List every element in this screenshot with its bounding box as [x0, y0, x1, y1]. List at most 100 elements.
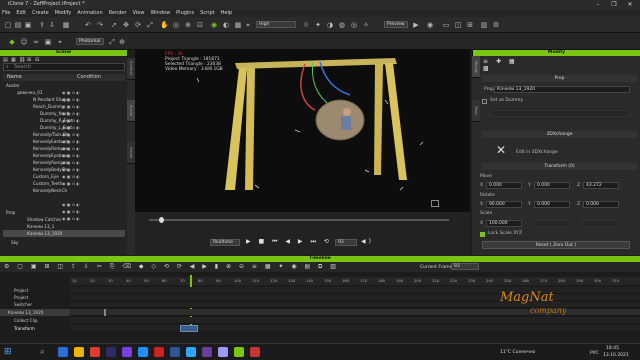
- eye-icon[interactable]: ◉: [210, 21, 218, 29]
- app-icon[interactable]: [170, 347, 180, 357]
- app-icon[interactable]: [186, 347, 196, 357]
- gizmo-icon[interactable]: ⌖: [244, 21, 252, 29]
- camera-icon[interactable]: ▣: [44, 38, 52, 46]
- layout-dual-icon[interactable]: ◫: [454, 21, 462, 29]
- windows-start-icon[interactable]: ⊞: [4, 347, 14, 357]
- track-lane[interactable]: [70, 317, 640, 324]
- move-z-input[interactable]: 43.272: [583, 182, 619, 189]
- app-icon[interactable]: [218, 347, 228, 357]
- transform-section-header[interactable]: Transform (0): [482, 163, 637, 170]
- menu-file[interactable]: File: [2, 9, 10, 17]
- dof-icon[interactable]: ◎: [350, 21, 358, 29]
- layout-quad-icon[interactable]: ⊞: [466, 21, 474, 29]
- redo-icon[interactable]: ↷: [96, 21, 104, 29]
- new-icon[interactable]: ▢: [4, 21, 12, 29]
- app-icon[interactable]: [122, 347, 132, 357]
- ao-icon[interactable]: ◍: [338, 21, 346, 29]
- motion-icon[interactable]: ≈: [32, 38, 40, 46]
- tab-visual[interactable]: Visual: [127, 142, 135, 164]
- open-icon[interactable]: ▤: [14, 21, 22, 29]
- app-icon[interactable]: [106, 347, 116, 357]
- prop-name-input[interactable]: Качели 13_1920: [494, 86, 630, 93]
- playhead-handle[interactable]: [159, 217, 164, 223]
- set-as-dummy-checkbox[interactable]: [482, 99, 487, 104]
- tab-tools[interactable]: Tools: [472, 100, 480, 122]
- target-icon[interactable]: ⌖: [56, 38, 64, 46]
- capture-icon[interactable]: ◉: [426, 21, 434, 29]
- character-icon[interactable]: ☺: [20, 38, 28, 46]
- folder-icon[interactable]: [74, 347, 84, 357]
- column-condition[interactable]: Condition: [77, 74, 101, 81]
- app-icon[interactable]: [154, 347, 164, 357]
- rotate-z-input[interactable]: 0.000: [583, 201, 619, 208]
- select-icon[interactable]: ➚: [110, 21, 118, 29]
- track-label-prop[interactable]: Качели 13_1920: [0, 309, 70, 316]
- clock-date[interactable]: 13.10.2021: [603, 353, 629, 358]
- save-icon[interactable]: ▣: [24, 21, 32, 29]
- track-label-transform[interactable]: Transform: [0, 325, 70, 332]
- layout-icon[interactable]: ▦: [62, 21, 70, 29]
- scale-x-input[interactable]: 100.000: [486, 220, 522, 227]
- viewport-corner-icon[interactable]: [431, 200, 439, 207]
- 3d-viewport[interactable]: FPS : 30 Project Triangle : 181871 Selec…: [135, 50, 470, 212]
- tab-modify[interactable]: Modify: [472, 56, 480, 78]
- layout-single-icon[interactable]: ▭: [442, 21, 450, 29]
- rotate-icon[interactable]: ⟳: [134, 21, 142, 29]
- settings-tab-icon[interactable]: ≡: [483, 58, 491, 65]
- preview-select[interactable]: Preview: [384, 21, 408, 28]
- search-taskbar-icon[interactable]: ⌕: [40, 347, 50, 357]
- light-icon[interactable]: ✦: [314, 21, 322, 29]
- track-label-project-sub[interactable]: Project: [0, 294, 70, 301]
- 3dxchange-section-header[interactable]: 3DXchange: [482, 131, 637, 138]
- material-tab-icon[interactable]: ▦: [509, 58, 518, 65]
- render-icon[interactable]: ▶: [412, 21, 420, 29]
- frame-input[interactable]: 93: [335, 239, 357, 246]
- track-label-switcher[interactable]: Switcher: [0, 301, 70, 308]
- menu-plugins[interactable]: Plugins: [176, 9, 194, 17]
- track-lane[interactable]: [70, 325, 640, 332]
- column-name[interactable]: Name: [7, 74, 77, 81]
- weather-widget[interactable]: 11°C Солнечно: [500, 350, 535, 355]
- menu-window[interactable]: Window: [150, 9, 170, 17]
- camera-add-icon[interactable]: ⊕: [118, 38, 126, 46]
- clock-time[interactable]: 18:45: [606, 346, 619, 351]
- app-icon[interactable]: [90, 347, 100, 357]
- menu-script[interactable]: Script: [200, 9, 215, 17]
- track-label-collect-clip[interactable]: Collect Clip: [0, 317, 70, 324]
- app-icon[interactable]: [138, 347, 148, 357]
- volume-icon[interactable]: ◀): [361, 238, 374, 245]
- attach-tab-icon[interactable]: ✚: [496, 58, 504, 65]
- lock-scale-checkbox[interactable]: [480, 232, 485, 237]
- transport-controls[interactable]: ▶ ■ ⏮ ◀ ▶ ⏭ ⟲: [246, 238, 341, 246]
- visual-icon[interactable]: ◐: [222, 21, 230, 29]
- track-lane[interactable]: [70, 294, 640, 301]
- maximize-button[interactable]: ❐: [606, 0, 622, 9]
- menu-modify[interactable]: Modify: [55, 9, 72, 17]
- zoom-icon[interactable]: ⊕: [184, 21, 192, 29]
- camera-pan-icon[interactable]: ✋: [160, 21, 169, 29]
- texture-tab-icon[interactable]: ▩: [483, 65, 492, 72]
- settings-icon[interactable]: ⚙: [492, 21, 500, 29]
- fullscreen-icon[interactable]: ⤢: [108, 38, 116, 46]
- keyframe-marker[interactable]: [104, 309, 106, 316]
- tab-scene[interactable]: Scene: [127, 100, 135, 122]
- menu-help[interactable]: Help: [221, 9, 232, 17]
- undo-icon[interactable]: ↶: [84, 21, 92, 29]
- rotate-x-input[interactable]: 90.000: [486, 201, 522, 208]
- move-icon[interactable]: ✥: [122, 21, 130, 29]
- camera-select[interactable]: Photoreal: [76, 38, 104, 45]
- reset-button[interactable]: Reset ( Zero Out ): [482, 241, 630, 249]
- current-frame-input[interactable]: 93: [451, 263, 479, 270]
- timeline-ruler[interactable]: 10 20 30 40 50 60 70 80 90 100 110 120 130 140 150 160 1…: [70, 277, 640, 285]
- rotate-y-input[interactable]: 0.000: [534, 201, 570, 208]
- move-y-input[interactable]: 0.000: [534, 182, 570, 189]
- app-icon[interactable]: [250, 347, 260, 357]
- app-icon[interactable]: [58, 347, 68, 357]
- edit-in-3dxchange-button[interactable]: Edit in 3DXchange: [516, 150, 558, 155]
- language-indicator[interactable]: РУС: [590, 351, 599, 356]
- track-label-project[interactable]: Project: [0, 287, 70, 294]
- render-settings-icon[interactable]: ☼: [302, 21, 310, 29]
- fx-icon[interactable]: ✧: [362, 21, 370, 29]
- track-lane[interactable]: [70, 287, 640, 294]
- quality-select[interactable]: High: [256, 21, 296, 28]
